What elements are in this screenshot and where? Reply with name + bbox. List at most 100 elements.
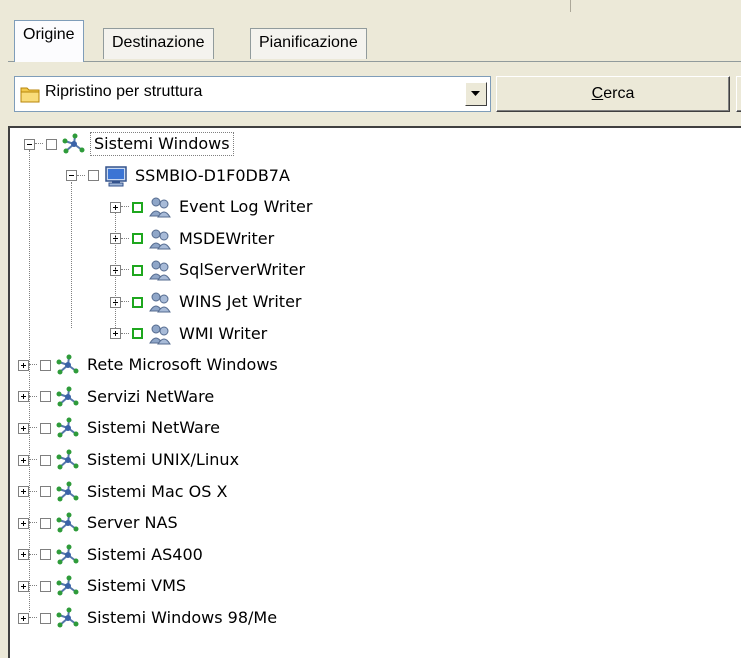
expand-icon[interactable] bbox=[18, 486, 29, 498]
tab-pianificazione[interactable]: Pianificazione bbox=[250, 28, 367, 59]
network-icon bbox=[56, 449, 80, 471]
node-checkbox[interactable] bbox=[132, 328, 143, 340]
tree-node[interactable]: WINS Jet Writer bbox=[110, 288, 305, 316]
expand-icon[interactable] bbox=[110, 201, 121, 213]
source-tree: Sistemi Windows SSMBIO-D1F0DB7A Event Log … bbox=[8, 126, 741, 658]
tree-connector bbox=[35, 143, 43, 145]
tab-border bbox=[8, 61, 741, 62]
network-icon bbox=[56, 354, 80, 376]
node-checkbox[interactable] bbox=[132, 264, 143, 276]
node-checkbox[interactable] bbox=[40, 486, 51, 498]
node-checkbox[interactable] bbox=[40, 612, 51, 624]
tree-guide bbox=[71, 181, 73, 328]
node-checkbox[interactable] bbox=[40, 549, 51, 561]
search-button-label: Cerca bbox=[591, 85, 635, 102]
expand-icon[interactable] bbox=[18, 454, 29, 466]
network-icon bbox=[56, 417, 80, 439]
node-checkbox[interactable] bbox=[46, 138, 57, 150]
node-checkbox[interactable] bbox=[40, 391, 51, 403]
tree-node[interactable]: Sistemi Windows 98/Me bbox=[18, 604, 280, 632]
node-checkbox[interactable] bbox=[40, 580, 51, 592]
node-checkbox[interactable] bbox=[132, 233, 143, 245]
tab-origine[interactable]: Origine bbox=[14, 20, 84, 62]
network-icon bbox=[62, 133, 86, 155]
tree-connector bbox=[77, 174, 85, 177]
node-label: Sistemi Windows 98/Me bbox=[87, 608, 278, 627]
tree-node[interactable]: Servizi NetWare bbox=[18, 383, 217, 411]
node-label: Rete Microsoft Windows bbox=[87, 355, 278, 375]
tree-connector bbox=[121, 301, 129, 303]
tree-node[interactable]: Sistemi UNIX/Linux bbox=[18, 446, 242, 474]
network-icon bbox=[56, 575, 80, 597]
node-label: Servizi NetWare bbox=[87, 386, 215, 406]
tree-connector bbox=[121, 237, 129, 240]
node-label: Sistemi UNIX/Linux bbox=[87, 450, 240, 469]
expand-icon[interactable] bbox=[18, 517, 29, 529]
chevron-down-icon bbox=[471, 91, 480, 96]
node-label: Sistemi Windows bbox=[90, 132, 234, 156]
tree-node[interactable]: Rete Microsoft Windows bbox=[18, 351, 281, 379]
node-label: MSDEWriter bbox=[179, 228, 275, 248]
writer-icon bbox=[148, 323, 172, 345]
node-checkbox[interactable] bbox=[40, 359, 51, 371]
node-label: Event Log Writer bbox=[179, 197, 313, 217]
node-checkbox[interactable] bbox=[132, 296, 143, 308]
tree-node[interactable]: MSDEWriter bbox=[110, 225, 277, 253]
divider bbox=[570, 0, 571, 12]
view-select-value: Ripristino per struttura bbox=[45, 83, 203, 100]
tree-node[interactable]: Sistemi VMS bbox=[18, 572, 189, 600]
tree-node[interactable]: Sistemi AS400 bbox=[18, 541, 206, 569]
tree-node[interactable]: Sistemi Windows bbox=[24, 130, 234, 158]
expand-icon[interactable] bbox=[18, 391, 29, 403]
tree-node[interactable]: Event Log Writer bbox=[110, 193, 315, 221]
tree-node[interactable]: Server NAS bbox=[18, 509, 181, 537]
backup-source-panel: Origine Destinazione Pianificazione Ripr… bbox=[0, 0, 741, 658]
collapse-icon[interactable] bbox=[66, 170, 77, 182]
node-checkbox[interactable] bbox=[40, 422, 51, 434]
node-label: WINS Jet Writer bbox=[179, 292, 302, 311]
search-button[interactable]: Cerca bbox=[496, 76, 730, 112]
expand-icon[interactable] bbox=[18, 549, 29, 561]
tree-node[interactable]: Sistemi Mac OS X bbox=[18, 478, 230, 506]
node-checkbox[interactable] bbox=[40, 517, 51, 529]
node-checkbox[interactable] bbox=[40, 454, 51, 466]
node-label: Sistemi NetWare bbox=[87, 418, 220, 438]
node-label: SqlServerWriter bbox=[179, 260, 306, 280]
node-label: Sistemi AS400 bbox=[87, 544, 203, 564]
network-icon bbox=[56, 607, 80, 629]
tree-connector bbox=[121, 269, 129, 271]
network-icon bbox=[56, 386, 80, 408]
collapse-icon[interactable] bbox=[24, 138, 35, 150]
node-label: Sistemi Mac OS X bbox=[87, 481, 228, 501]
view-select[interactable]: Ripristino per struttura bbox=[14, 76, 491, 112]
expand-icon[interactable] bbox=[18, 612, 29, 624]
network-icon bbox=[56, 481, 80, 503]
node-checkbox[interactable] bbox=[132, 201, 143, 213]
expand-icon[interactable] bbox=[18, 580, 29, 592]
tree-connector bbox=[121, 206, 129, 208]
tree-connector bbox=[29, 617, 37, 619]
tree-node[interactable]: WMI Writer bbox=[110, 320, 270, 348]
folder-icon bbox=[20, 87, 40, 103]
node-checkbox[interactable] bbox=[88, 170, 99, 182]
tree-node[interactable]: Sistemi NetWare bbox=[18, 414, 223, 442]
tree-guide bbox=[29, 150, 31, 612]
tree-node[interactable]: SSMBIO-D1F0DB7A bbox=[66, 162, 293, 190]
tree-node[interactable]: SqlServerWriter bbox=[110, 256, 308, 284]
node-label: SSMBIO-D1F0DB7A bbox=[135, 165, 290, 185]
writer-icon bbox=[148, 259, 172, 281]
tree-guide bbox=[115, 213, 117, 328]
expand-icon[interactable] bbox=[18, 359, 29, 371]
computer-icon bbox=[104, 165, 128, 187]
tab-destinazione[interactable]: Destinazione bbox=[103, 28, 214, 59]
dropdown-arrow-button[interactable] bbox=[465, 82, 487, 106]
writer-icon bbox=[148, 291, 172, 313]
partial-button[interactable] bbox=[736, 76, 741, 112]
expand-icon[interactable] bbox=[110, 328, 121, 340]
network-icon bbox=[56, 544, 80, 566]
writer-icon bbox=[148, 196, 172, 218]
network-icon bbox=[56, 512, 80, 534]
tree-connector bbox=[121, 332, 129, 335]
expand-icon[interactable] bbox=[18, 422, 29, 434]
node-label: WMI Writer bbox=[179, 323, 268, 343]
